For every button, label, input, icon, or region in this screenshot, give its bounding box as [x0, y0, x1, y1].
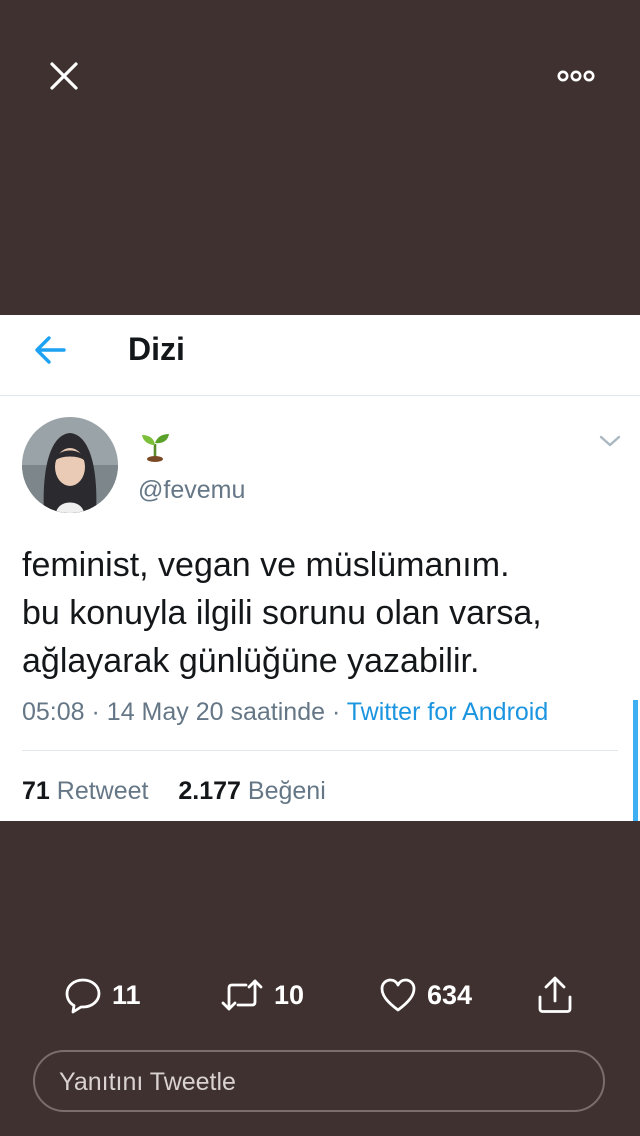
tweet-text: feminist, vegan ve müslümanım. bu konuyl…: [22, 541, 622, 685]
retweet-action-count: 10: [274, 979, 305, 1010]
engagement-stats: 71 Retweet 2.177 Beğeni: [22, 775, 326, 807]
reply-input[interactable]: Yanıtını Tweetle: [33, 1050, 605, 1112]
retweet-label[interactable]: Retweet: [57, 777, 149, 805]
tweet-text-line: ağlayarak günlüğüne yazabilir.: [22, 642, 480, 680]
chevron-down-icon[interactable]: [598, 433, 622, 449]
tweet-source-link[interactable]: Twitter for Android: [347, 698, 548, 726]
avatar[interactable]: [22, 417, 118, 513]
like-button[interactable]: 634: [379, 965, 472, 1025]
reply-count: 11: [112, 979, 141, 1010]
retweet-icon: [221, 979, 263, 1011]
tweet-card: Dizi @fevemu feminist, vegan ve müslüman…: [0, 315, 640, 821]
heart-icon: [380, 978, 416, 1012]
media-viewer-top-bar: [0, 0, 640, 315]
reply-icon: [65, 978, 101, 1014]
more-options-icon[interactable]: [552, 62, 600, 90]
tweet-date: 14 May 20 saatinde: [106, 698, 325, 726]
like-count[interactable]: 2.177: [178, 777, 241, 805]
reply-button[interactable]: 11: [64, 965, 141, 1025]
seedling-emoji-icon: [138, 429, 172, 463]
user-handle[interactable]: @fevemu: [138, 475, 245, 505]
scrollbar[interactable]: [633, 700, 638, 821]
divider: [22, 750, 618, 751]
page-title: Dizi: [128, 331, 185, 367]
retweet-count[interactable]: 71: [22, 777, 50, 805]
back-arrow-icon[interactable]: [30, 329, 72, 371]
close-icon[interactable]: [44, 56, 84, 96]
share-icon: [538, 976, 572, 1013]
reply-placeholder: Yanıtını Tweetle: [59, 1068, 236, 1096]
tweet-meta: 05:08 · 14 May 20 saatinde · Twitter for…: [22, 696, 548, 728]
meta-separator: ·: [91, 698, 100, 726]
share-button[interactable]: [536, 965, 574, 1025]
meta-separator: ·: [331, 698, 341, 726]
retweet-button[interactable]: 10: [220, 965, 304, 1025]
tweet-text-line: feminist, vegan ve müslümanım.: [22, 546, 510, 584]
like-label[interactable]: Beğeni: [248, 777, 326, 805]
tweet-text-line: bu konuyla ilgili sorunu olan varsa,: [22, 594, 542, 632]
tweet-action-bar: 11 10 634: [0, 965, 640, 1025]
like-action-count: 634: [427, 979, 473, 1010]
tweet-time: 05:08: [22, 698, 85, 726]
thread-header: Dizi: [0, 315, 640, 396]
